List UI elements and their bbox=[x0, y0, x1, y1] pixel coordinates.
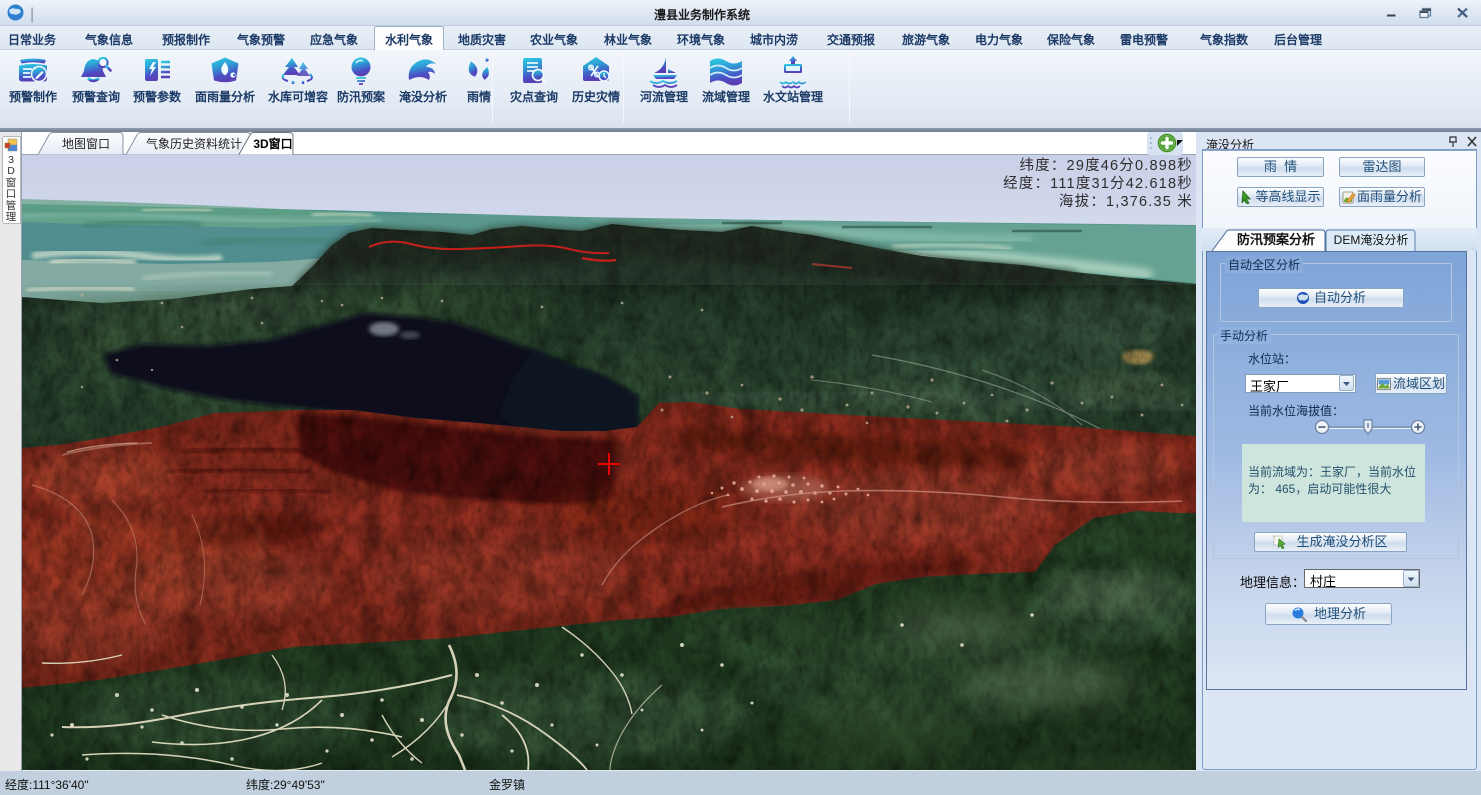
svg-text:气象历史资料统计: 气象历史资料统计 bbox=[146, 136, 242, 151]
svg-text:防汛预案分析: 防汛预案分析 bbox=[1237, 232, 1315, 247]
svg-text:地图窗口: 地图窗口 bbox=[62, 137, 110, 151]
svg-text:DEM淹没分析: DEM淹没分析 bbox=[1334, 232, 1409, 247]
svg-text:3D窗口: 3D窗口 bbox=[253, 136, 292, 151]
